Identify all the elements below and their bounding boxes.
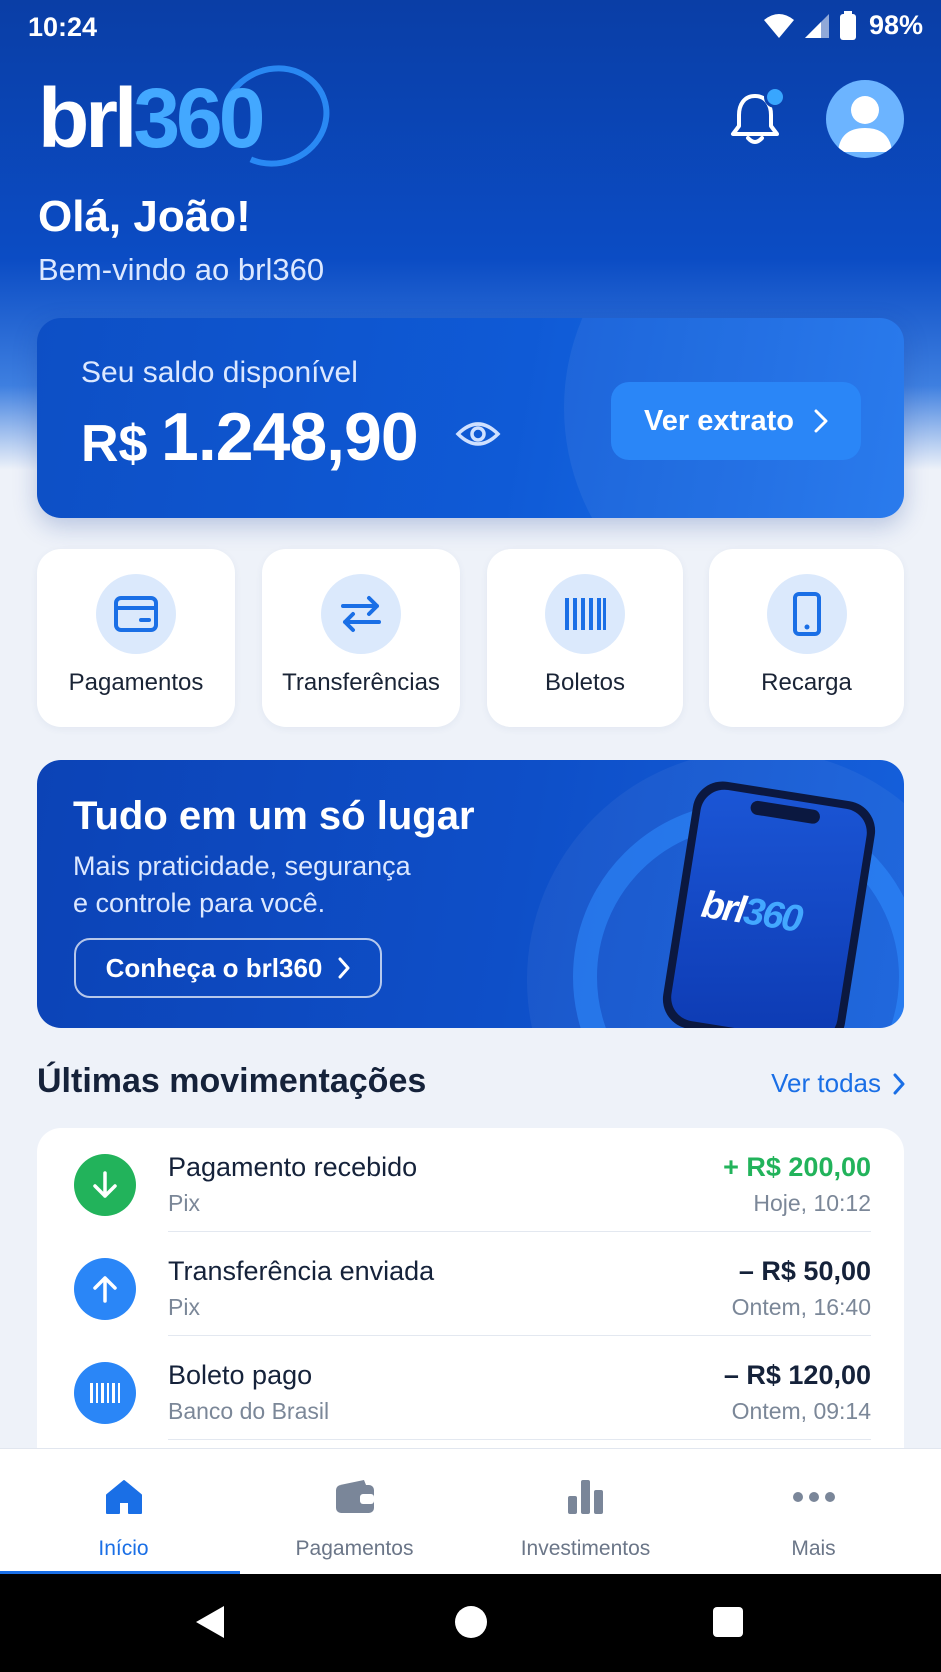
phone-illustration: brl360 — [658, 777, 880, 1028]
nav-payments[interactable]: Pagamentos — [237, 1449, 472, 1573]
quick-action-label: Recarga — [761, 669, 852, 696]
transaction-method: Pix — [168, 1190, 200, 1216]
status-bar: 10:24 98% — [0, 0, 941, 52]
nav-label: Pagamentos — [295, 1537, 414, 1560]
bar-chart-icon — [564, 1475, 608, 1519]
nav-investments[interactable]: Investimentos — [468, 1449, 703, 1573]
home-icon — [102, 1475, 146, 1519]
user-icon — [838, 96, 892, 152]
transaction-row[interactable]: Pagamento recebido Pix + R$ 200,00 Hoje,… — [37, 1128, 904, 1232]
transaction-amount: – R$ 120,00 — [723, 1360, 871, 1390]
transaction-row[interactable]: Boleto pago Banco do Brasil – R$ 120,00 … — [37, 1336, 904, 1440]
transaction-name: Pagamento recebido — [168, 1152, 418, 1182]
transaction-method: Pix — [168, 1294, 200, 1320]
quick-action-boletos[interactable]: Boletos — [487, 549, 683, 727]
transactions-title: Últimas movimentações — [37, 1062, 427, 1100]
balance-label: Seu saldo disponível — [81, 356, 358, 389]
quick-action-label: Transferências — [282, 669, 440, 696]
phone-notch — [749, 799, 821, 825]
home-button-icon[interactable] — [454, 1604, 488, 1640]
transaction-date: Ontem, 16:40 — [731, 1294, 871, 1320]
transaction-date: Hoje, 10:12 — [753, 1190, 871, 1216]
nav-label: Mais — [791, 1537, 836, 1560]
phone-screen: brl360 — [667, 786, 871, 1028]
status-indicators: 98% — [763, 10, 923, 41]
barcode-icon — [74, 1362, 136, 1424]
transaction-name: Boleto pago — [168, 1360, 313, 1390]
system-navigation-bar — [0, 1574, 941, 1672]
nav-label: Início — [98, 1537, 149, 1560]
promo-subtitle: Mais praticidade, segurança e controle p… — [73, 851, 411, 918]
notification-dot — [764, 86, 786, 108]
balance-amount: 1.248,90 — [161, 399, 419, 475]
phone-icon — [766, 574, 847, 654]
promo-button[interactable]: Conheça o brl360 — [74, 938, 382, 998]
status-time: 10:24 — [28, 12, 98, 42]
arrow-down-icon — [74, 1154, 136, 1216]
greeting-title: Olá, João! — [38, 192, 251, 241]
eye-icon[interactable] — [455, 418, 501, 450]
logo-text: brl360 — [38, 71, 266, 165]
statement-button[interactable]: Ver extrato — [611, 382, 861, 460]
statement-button-label: Ver extrato — [644, 404, 794, 437]
arrow-up-icon — [74, 1258, 136, 1320]
recents-icon[interactable] — [712, 1604, 744, 1640]
balance-card: Seu saldo disponível R$ 1.248,90 Ver ext… — [37, 318, 904, 518]
promo-title: Tudo em um só lugar — [73, 794, 475, 838]
transaction-name: Transferência enviada — [168, 1256, 435, 1286]
quick-action-label: Boletos — [544, 669, 626, 696]
brand-logo: brl360 — [38, 50, 344, 182]
transfer-arrows-icon — [321, 574, 401, 654]
phone-logo: brl360 — [698, 883, 804, 941]
back-icon[interactable] — [194, 1604, 226, 1640]
more-icon — [792, 1475, 836, 1519]
bottom-navigation: Início Pagamentos Investimentos Mais — [0, 1448, 941, 1575]
transaction-amount: + R$ 200,00 — [723, 1152, 871, 1182]
wallet-icon — [333, 1475, 377, 1519]
promo-banner: brl360 Tudo em um só lugar Mais praticid… — [37, 760, 904, 1028]
avatar[interactable] — [826, 80, 904, 158]
nav-home[interactable]: Início — [6, 1449, 241, 1573]
divider — [168, 1439, 871, 1440]
transaction-method: Banco do Brasil — [168, 1398, 330, 1424]
greeting-subtitle: Bem-vindo ao brl360 — [38, 252, 325, 287]
chevron-right-icon — [814, 409, 828, 433]
quick-action-recharge[interactable]: Recarga — [709, 549, 904, 727]
quick-action-payments[interactable]: Pagamentos — [37, 549, 235, 727]
transaction-row[interactable]: Transferência enviada Pix – R$ 50,00 Ont… — [37, 1232, 904, 1336]
transaction-amount: – R$ 50,00 — [738, 1256, 871, 1286]
balance-currency: R$ — [81, 415, 148, 473]
signal-icon — [804, 13, 829, 38]
barcode-icon — [545, 574, 625, 654]
see-all-link[interactable]: Ver todas — [771, 1068, 905, 1099]
transactions-list: Pagamento recebido Pix + R$ 200,00 Hoje,… — [37, 1128, 904, 1448]
nav-more[interactable]: Mais — [696, 1449, 931, 1573]
promo-button-label: Conheça o brl360 — [105, 952, 323, 983]
chevron-right-icon — [893, 1073, 905, 1094]
battery-percent: 98% — [868, 10, 923, 40]
see-all-label: Ver todas — [771, 1068, 881, 1098]
card-icon — [96, 574, 176, 654]
chevron-right-icon — [338, 957, 350, 979]
battery-icon — [839, 10, 856, 40]
nav-label: Investimentos — [520, 1537, 651, 1560]
quick-action-transfers[interactable]: Transferências — [262, 549, 460, 727]
transaction-date: Ontem, 09:14 — [731, 1398, 871, 1424]
wifi-icon — [763, 13, 794, 38]
quick-action-label: Pagamentos — [68, 669, 204, 696]
